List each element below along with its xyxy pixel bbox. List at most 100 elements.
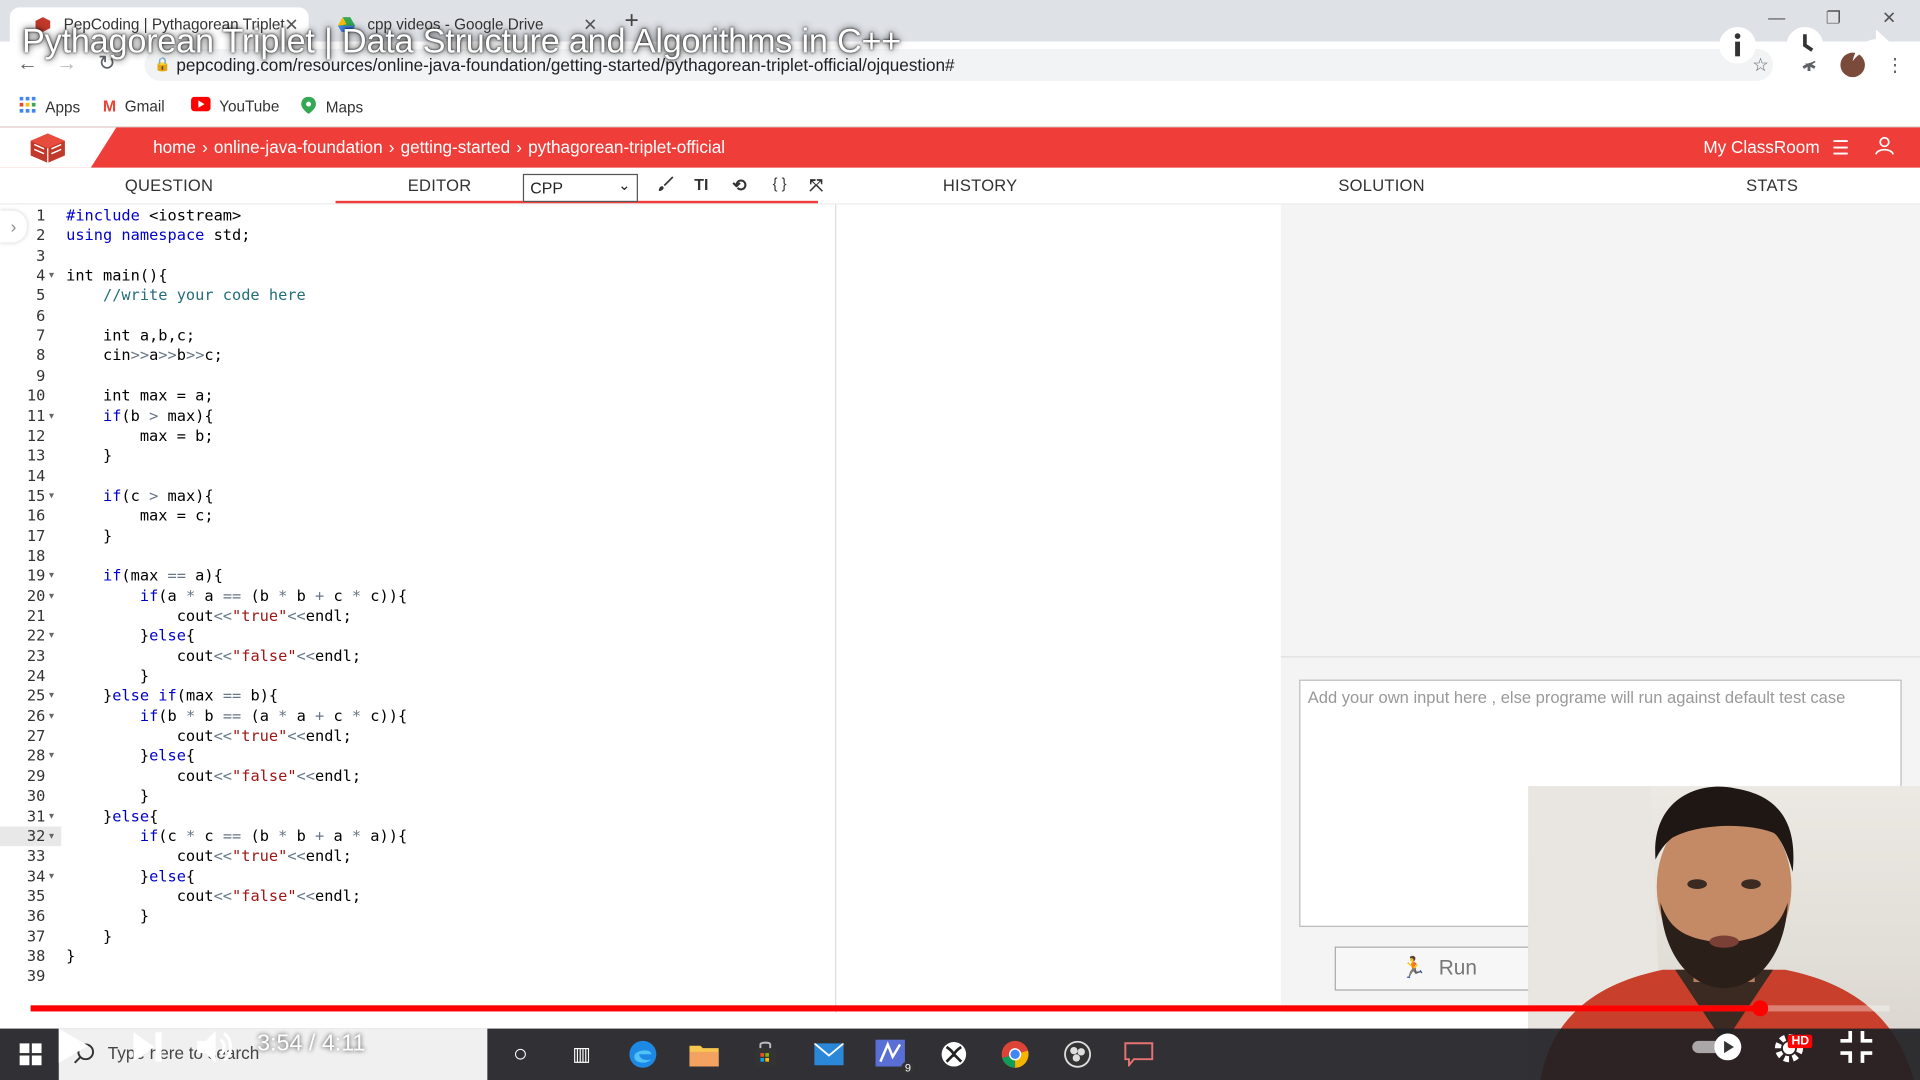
code-line[interactable]: max = c; bbox=[66, 506, 214, 526]
breadcrumb-home[interactable]: home bbox=[153, 137, 196, 157]
cortana-circle-icon[interactable]: ○ bbox=[490, 1029, 551, 1080]
info-icon[interactable] bbox=[1717, 24, 1759, 66]
fold-toggle-icon[interactable]: ▾ bbox=[49, 810, 54, 821]
bookmark-maps[interactable]: Maps bbox=[300, 96, 363, 118]
store-bag-icon[interactable] bbox=[735, 1029, 796, 1080]
code-line[interactable]: cout<<"true"<<endl; bbox=[66, 606, 352, 626]
line-number: 34 bbox=[26, 866, 46, 885]
close-window-icon[interactable]: ✕ bbox=[1882, 7, 1896, 28]
feedback-icon[interactable] bbox=[1108, 1029, 1169, 1080]
user-profile-icon[interactable] bbox=[1875, 136, 1895, 162]
bookmark-apps[interactable]: Apps bbox=[19, 96, 81, 118]
expand-sidebar-chevron-icon[interactable]: › bbox=[0, 210, 27, 243]
task-view-icon[interactable]: ▥ bbox=[551, 1029, 612, 1080]
code-line[interactable]: } bbox=[66, 786, 149, 806]
run-button[interactable]: 🏃 Run bbox=[1334, 946, 1543, 991]
code-line[interactable]: cout<<"true"<<endl; bbox=[66, 846, 352, 866]
language-select[interactable]: CPP ⌄ bbox=[522, 173, 638, 203]
code-line[interactable]: }else if(max == b){ bbox=[66, 686, 278, 706]
fold-toggle-icon[interactable]: ▾ bbox=[49, 870, 54, 881]
taskbar-app-icon[interactable]: 9 bbox=[861, 1029, 922, 1080]
code-line[interactable]: #include <iostream> bbox=[66, 206, 241, 226]
code-line[interactable]: cin>>a>>b>>c; bbox=[66, 346, 223, 366]
fold-toggle-icon[interactable]: ▾ bbox=[49, 590, 54, 601]
reset-code-icon[interactable]: ⟲ bbox=[732, 175, 746, 196]
code-line[interactable]: } bbox=[66, 926, 112, 946]
obs-studio-icon[interactable] bbox=[1047, 1029, 1108, 1080]
code-line[interactable]: if(b * b == (a * a + c * c)){ bbox=[66, 706, 407, 726]
code-line[interactable]: max = b; bbox=[66, 426, 214, 446]
format-braces-icon[interactable]: { } bbox=[773, 175, 787, 192]
bookmark-gmail[interactable]: M Gmail bbox=[103, 97, 165, 115]
xbox-icon[interactable] bbox=[923, 1029, 984, 1080]
code-line[interactable]: }else{ bbox=[66, 866, 195, 886]
code-line[interactable]: }else{ bbox=[66, 746, 195, 766]
tab-question[interactable]: QUESTION bbox=[125, 176, 213, 194]
file-explorer-icon[interactable] bbox=[673, 1029, 734, 1080]
mail-envelope-icon[interactable] bbox=[798, 1029, 859, 1080]
code-line[interactable]: cout<<"false"<<endl; bbox=[66, 646, 361, 666]
fold-toggle-icon[interactable]: ▾ bbox=[49, 410, 54, 421]
progress-scrubber-handle[interactable] bbox=[1751, 1000, 1768, 1017]
next-video-icon[interactable] bbox=[132, 1030, 164, 1070]
code-line[interactable]: int main(){ bbox=[66, 266, 167, 286]
tab-editor[interactable]: EDITOR bbox=[408, 176, 472, 194]
code-line[interactable]: cout<<"false"<<endl; bbox=[66, 886, 361, 906]
code-line[interactable]: } bbox=[66, 946, 75, 966]
font-size-icon[interactable]: TI bbox=[694, 175, 708, 193]
fold-toggle-icon[interactable]: ▾ bbox=[49, 269, 54, 280]
code-line[interactable]: //write your code here bbox=[66, 286, 306, 306]
share-arrow-icon[interactable] bbox=[1851, 24, 1893, 66]
code-line[interactable]: if(c * c == (b * b + a * a)){ bbox=[66, 826, 407, 846]
code-line[interactable]: } bbox=[66, 906, 149, 926]
tab-history[interactable]: HISTORY bbox=[943, 176, 1018, 194]
code-line[interactable]: if(a * a == (b * b + c * c)){ bbox=[66, 586, 407, 606]
line-number: 16 bbox=[26, 506, 46, 525]
solution-pane bbox=[1280, 204, 1920, 658]
tab-solution[interactable]: SOLUTION bbox=[1338, 176, 1424, 194]
list-menu-icon[interactable]: ☰ bbox=[1832, 136, 1850, 160]
code-line[interactable]: if(max == a){ bbox=[66, 566, 223, 586]
site-header: home › online-java-foundation › getting-star… bbox=[0, 127, 1920, 168]
code-line[interactable]: } bbox=[66, 446, 112, 466]
code-editor[interactable]: 1 2 3 4 ▾ 5 6 7 8 9 10 11 ▾ 12 13 14 15 ▾ 16 17 18 19 ▾ 20 ▾ 21 22… bbox=[0, 204, 837, 1013]
code-line[interactable]: cout<<"false"<<endl; bbox=[66, 766, 361, 786]
windows-start-icon[interactable] bbox=[0, 1029, 61, 1080]
exit-fullscreen-icon[interactable] bbox=[1839, 1030, 1873, 1070]
fold-toggle-icon[interactable]: ▾ bbox=[49, 570, 54, 581]
code-line[interactable]: if(b > max){ bbox=[66, 406, 214, 426]
autoplay-toggle[interactable] bbox=[1690, 1033, 1749, 1066]
code-line[interactable]: int max = a; bbox=[66, 386, 214, 406]
pepcoding-logo-icon[interactable] bbox=[29, 132, 66, 164]
edge-browser-icon[interactable] bbox=[612, 1029, 673, 1080]
fold-toggle-icon[interactable]: ▾ bbox=[49, 690, 54, 701]
code-line[interactable]: using namespace std; bbox=[66, 226, 250, 246]
fold-toggle-icon[interactable]: ▾ bbox=[49, 710, 54, 721]
watch-later-clock-icon[interactable] bbox=[1784, 24, 1826, 66]
volume-icon[interactable] bbox=[196, 1029, 235, 1072]
fullscreen-expand-icon[interactable]: ⤧ bbox=[809, 175, 823, 196]
fold-toggle-icon[interactable]: ▾ bbox=[49, 750, 54, 761]
brush-theme-icon[interactable] bbox=[658, 175, 675, 196]
code-line[interactable]: }else{ bbox=[66, 626, 195, 646]
restore-icon[interactable]: ❐ bbox=[1826, 7, 1841, 28]
code-line[interactable]: if(c > max){ bbox=[66, 486, 214, 506]
my-classroom-link[interactable]: My ClassRoom bbox=[1703, 137, 1819, 157]
code-line[interactable]: }else{ bbox=[66, 806, 158, 826]
bookmark-youtube[interactable]: YouTube bbox=[191, 96, 279, 115]
breadcrumb-course[interactable]: online-java-foundation bbox=[214, 137, 383, 157]
code-line[interactable]: cout<<"true"<<endl; bbox=[66, 726, 352, 746]
bookmark-label: Apps bbox=[45, 98, 81, 116]
breadcrumb-section[interactable]: getting-started bbox=[401, 137, 511, 157]
chrome-icon[interactable] bbox=[984, 1029, 1045, 1080]
minimize-icon[interactable]: — bbox=[1768, 7, 1785, 27]
code-line[interactable]: } bbox=[66, 666, 149, 686]
play-icon[interactable] bbox=[56, 1026, 90, 1071]
line-number: 25 bbox=[26, 686, 46, 705]
code-line[interactable]: int a,b,c; bbox=[66, 326, 195, 346]
fold-toggle-icon[interactable]: ▾ bbox=[49, 630, 54, 641]
code-line[interactable]: } bbox=[66, 526, 112, 546]
fold-toggle-icon[interactable]: ▾ bbox=[49, 490, 54, 501]
tab-stats[interactable]: STATS bbox=[1746, 176, 1798, 194]
fold-toggle-icon[interactable]: ▾ bbox=[49, 830, 54, 841]
